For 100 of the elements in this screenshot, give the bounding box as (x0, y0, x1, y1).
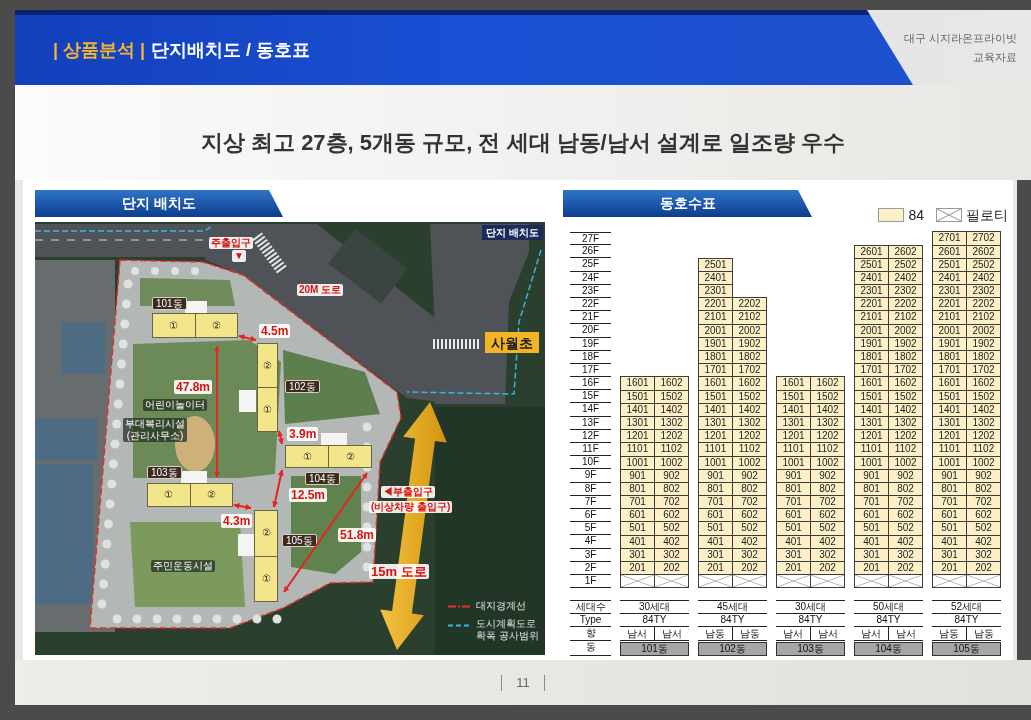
unit-cell: 602 (810, 508, 845, 523)
distance-arrow (277, 430, 284, 445)
unit-cell: 2702 (966, 231, 1001, 246)
unit-cell: 1702 (966, 363, 1001, 378)
unit-cell: 501 (932, 521, 967, 536)
distance-arrow (238, 334, 257, 342)
type-cell: 84TY (620, 614, 689, 628)
unit-cell: 502 (810, 521, 845, 536)
swatch-icon (878, 208, 905, 222)
building-unit: ② (257, 343, 278, 388)
unit-cell: 1202 (732, 429, 767, 444)
unit-cell: 601 (932, 508, 967, 523)
distance-label: 47.8m (174, 380, 213, 394)
unit-cell: 702 (732, 495, 767, 510)
unit-cell: 1602 (654, 376, 689, 391)
piloti-cell (698, 574, 733, 589)
unit-cell: 1602 (810, 376, 845, 391)
floor-label: 3F (570, 548, 611, 562)
headline: 지상 최고 27층, 5개동 규모, 전 세대 남동/남서 설계로 일조량 우수 (200, 129, 846, 157)
building-label: 104동 (305, 472, 340, 485)
floor-label: 7F (570, 495, 611, 509)
floor-label: 27F (570, 232, 611, 246)
unit-cell: 1101 (620, 442, 655, 457)
dash-dot-line-icon (448, 605, 472, 608)
floor-label: 16F (570, 377, 611, 391)
row-label: 세대수 (570, 600, 611, 615)
unit-cell: 601 (776, 508, 811, 523)
building-unit: ② (254, 510, 278, 557)
unit-cell: 702 (888, 495, 923, 510)
school-label: 사월초 (485, 332, 539, 353)
unit-cell: 501 (698, 521, 733, 536)
unit-cell: 202 (966, 561, 1001, 576)
building-name-cell: 102동 (698, 642, 767, 657)
floor-label: 26F (570, 245, 611, 259)
unit-cell: 201 (698, 561, 733, 576)
unit-cell: 2301 (932, 284, 967, 299)
dashed-line-icon (448, 624, 472, 627)
floor-label: 6F (570, 508, 611, 523)
unit-cell: 602 (966, 508, 1001, 523)
unit-cell: 1102 (732, 442, 767, 457)
building-unit: ① (254, 555, 278, 602)
households-cell: 30세대 (776, 600, 845, 615)
building-name-cell: 103동 (776, 642, 845, 657)
unit-cell: 1201 (698, 429, 733, 444)
piloti-cell (932, 574, 967, 589)
unit-cell: 1801 (698, 350, 733, 365)
unit-cell: 502 (654, 521, 689, 536)
orientation-cell-text: 남서 (661, 627, 683, 641)
floor-label: 10F (570, 456, 611, 470)
unit-cell: 1702 (888, 363, 923, 378)
distance-label: 4.5m (259, 324, 291, 338)
floor-label: 12F (570, 429, 611, 443)
unit-cell: 2101 (932, 310, 967, 325)
type-cell: 84TY (932, 614, 1001, 628)
unit-cell: 1101 (698, 442, 733, 457)
unit-cell: 201 (854, 561, 889, 576)
unit-cell: 1202 (810, 429, 845, 444)
unit-cell: 701 (776, 495, 811, 510)
unit-cell: 1101 (776, 442, 811, 457)
cross-swatch-icon (936, 208, 962, 222)
piloti-cell (654, 574, 689, 589)
row-label: 동 (570, 641, 611, 657)
type-cell: 84TY (776, 614, 845, 628)
unit-cell: 701 (698, 495, 733, 510)
unit-cell: 2102 (732, 310, 767, 325)
map-label: (비상차량 출입구) (369, 501, 453, 513)
unit-cell: 1102 (654, 442, 689, 457)
unit-cell: 201 (776, 561, 811, 576)
map-label: 주출입구 (209, 237, 253, 249)
unit-cell: 1701 (932, 363, 967, 378)
floor-label: 18F (570, 350, 611, 364)
unit-cell: 501 (620, 521, 655, 536)
unit-cell: 202 (732, 561, 767, 576)
unit-cell: 1602 (966, 376, 1001, 391)
households-cell: 52세대 (932, 600, 1001, 615)
unit-cell: 202 (654, 561, 689, 576)
unit-cell: 1701 (698, 363, 733, 378)
unit-cell: 1602 (732, 376, 767, 391)
legend-label: 84 (908, 208, 924, 222)
piloti-cell (854, 574, 889, 589)
unit-cell: 702 (654, 495, 689, 510)
piloti-cell (966, 574, 1001, 589)
unit-cell: 1101 (932, 442, 967, 457)
building-name-cell: 104동 (854, 642, 923, 657)
unit-cell: 2701 (932, 231, 967, 246)
distance-arrow (233, 503, 252, 510)
orientation-cell: 남서 (776, 627, 811, 641)
section-header: 동호수표 (563, 190, 812, 217)
unit-cell: 602 (888, 508, 923, 523)
building-label: 102동 (285, 380, 320, 393)
unit-cell: 2102 (966, 310, 1001, 325)
unit-cell: 1802 (732, 350, 767, 365)
unit-cell: 2101 (698, 310, 733, 325)
unit-cell: 1801 (932, 350, 967, 365)
unit-cell: 2202 (732, 297, 767, 312)
orientation-cell-text: 남동 (973, 627, 995, 641)
map-label: ◀부출입구 (381, 486, 435, 498)
unit-cell: 1201 (932, 429, 967, 444)
building-name-cell: 101동 (620, 642, 689, 657)
floor-label: 20F (570, 324, 611, 338)
